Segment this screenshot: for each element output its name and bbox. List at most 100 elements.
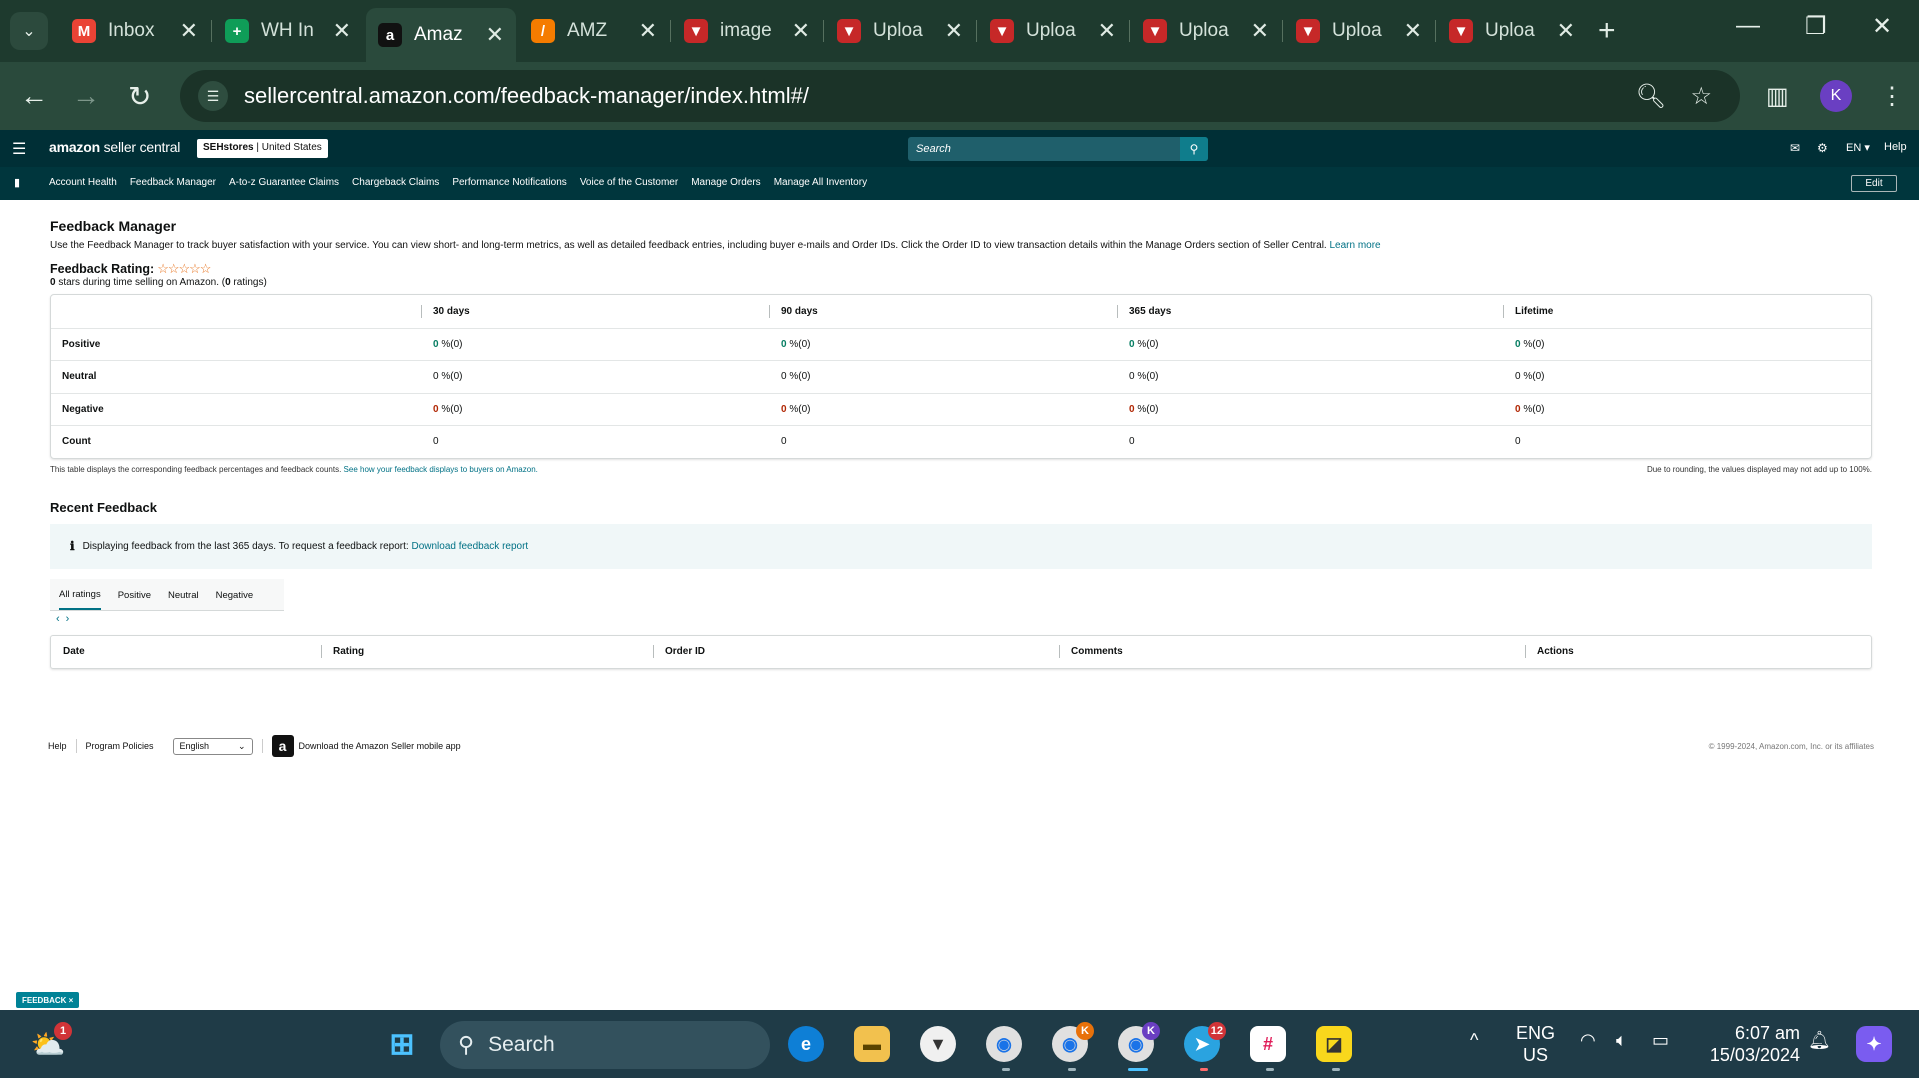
chrome-icon[interactable]: ◉ — [986, 1026, 1022, 1062]
browser-tab[interactable]: a Amaz ✕ — [366, 8, 516, 62]
browser-tab[interactable]: ▼ Uploa ✕ — [1437, 8, 1587, 54]
search-input[interactable]: Search ⚲ — [908, 137, 1208, 161]
wifi-icon[interactable]: ◠ — [1580, 1030, 1596, 1051]
download-report-link[interactable]: Download feedback report — [411, 541, 528, 552]
language-selector[interactable]: EN ▾ — [1846, 141, 1870, 154]
nav-item-account-health[interactable]: Account Health — [49, 177, 117, 188]
browser-tab[interactable]: ▼ Uploa ✕ — [1284, 8, 1434, 54]
browser-tab[interactable]: ▼ Uploa ✕ — [1131, 8, 1281, 54]
browser-tab[interactable]: M Inbox ✕ — [60, 8, 210, 54]
tab-title: Uploa — [1026, 20, 1076, 41]
browser-tab[interactable]: ▼ Uploa ✕ — [825, 8, 975, 54]
address-bar[interactable]: ☰ sellercentral.amazon.com/feedback-mana… — [180, 70, 1740, 122]
close-tab-icon[interactable]: ✕ — [180, 18, 198, 44]
chrome-profile-icon[interactable]: ◉ K — [1052, 1022, 1094, 1062]
feedback-display-link[interactable]: See how your feedback displays to buyers… — [344, 465, 538, 474]
learn-more-link[interactable]: Learn more — [1329, 240, 1380, 251]
footer-language-select[interactable]: English ⌄ — [172, 737, 253, 755]
browser-tab[interactable]: ▼ image ✕ — [672, 8, 822, 54]
nav-item-manage-orders[interactable]: Manage Orders — [691, 177, 760, 188]
bookmark-star-icon[interactable]: ☆ — [1690, 82, 1712, 111]
zoom-icon[interactable]: 🔍︎ — [1636, 82, 1666, 111]
browser-tab[interactable]: / AMZ ✕ — [519, 8, 669, 54]
mobile-app-link[interactable]: Download the Amazon Seller mobile app — [299, 741, 461, 751]
hamburger-menu-icon[interactable]: ☰ — [12, 139, 26, 159]
windows-start-icon[interactable]: ⊞ — [384, 1026, 420, 1062]
edge-icon[interactable]: e — [788, 1026, 824, 1062]
gear-icon[interactable]: ⚙ — [1817, 141, 1828, 155]
side-panel-icon[interactable]: ▥ — [1766, 82, 1789, 111]
taskbar-search[interactable]: ⚲ Search — [440, 1021, 770, 1069]
nav-item-a-to-z-guarantee-claims[interactable]: A-to-z Guarantee Claims — [229, 177, 339, 188]
bookmark-icon[interactable]: ▮ — [14, 176, 20, 189]
close-tab-icon[interactable]: ✕ — [639, 18, 657, 44]
sticky-notes-icon[interactable]: ◪ — [1316, 1026, 1352, 1062]
close-tab-icon[interactable]: ✕ — [792, 18, 810, 44]
seller-central-header: ☰ amazon seller central SEHstores | Unit… — [0, 130, 1919, 167]
reload-icon[interactable]: ↻ — [128, 80, 151, 113]
store-selector[interactable]: SEHstores | United States — [197, 139, 328, 158]
tab-neutral[interactable]: Neutral — [168, 580, 199, 609]
battery-icon[interactable]: ▭ — [1652, 1030, 1669, 1051]
feedback-widget-button[interactable]: FEEDBACK × — [16, 992, 80, 1008]
close-tab-icon[interactable]: ✕ — [1251, 18, 1269, 44]
tab-negative[interactable]: Negative — [216, 580, 254, 609]
tab-positive[interactable]: Positive — [118, 580, 151, 609]
column-header-date[interactable]: Date — [51, 646, 321, 657]
table-notes: This table displays the corresponding fe… — [50, 464, 1872, 474]
site-info-icon[interactable]: ☰ — [198, 81, 228, 111]
close-tab-icon[interactable]: ✕ — [1404, 18, 1422, 44]
search-icon[interactable]: ⚲ — [1180, 137, 1208, 161]
browser-tab[interactable]: + WH In ✕ — [213, 8, 363, 54]
amazon-app-icon[interactable]: a — [271, 735, 294, 757]
tab-search-button[interactable]: ⌄ — [10, 12, 48, 50]
tab-title: Uploa — [1485, 20, 1535, 41]
slack-icon[interactable]: # — [1250, 1026, 1286, 1062]
volume-icon[interactable]: 🔈︎ — [1616, 1030, 1627, 1051]
nav-item-manage-all-inventory[interactable]: Manage All Inventory — [774, 177, 867, 188]
close-tab-icon[interactable]: ✕ — [1098, 18, 1116, 44]
program-policies-link[interactable]: Program Policies — [86, 741, 154, 751]
vpn-icon[interactable]: ▼ — [920, 1026, 956, 1062]
help-link[interactable]: Help — [1884, 141, 1907, 153]
nav-item-voice-of-the-customer[interactable]: Voice of the Customer — [580, 177, 678, 188]
seller-central-logo[interactable]: amazon seller central — [49, 139, 180, 155]
close-window-icon[interactable]: ✕ — [1872, 12, 1892, 41]
profile-avatar[interactable]: K — [1820, 80, 1852, 112]
chrome-active-icon[interactable]: ◉ K — [1118, 1022, 1160, 1062]
tab-title: image — [720, 20, 772, 41]
url-text[interactable]: sellercentral.amazon.com/feedback-manage… — [244, 83, 809, 109]
edit-nav-button[interactable]: Edit — [1851, 175, 1897, 192]
input-language-indicator[interactable]: ENG US — [1516, 1022, 1555, 1066]
tray-chevron-up-icon[interactable]: ^ — [1470, 1030, 1478, 1051]
minimize-icon[interactable]: — — [1736, 12, 1760, 40]
telegram-icon[interactable]: ➤ 12 — [1184, 1022, 1226, 1062]
file-explorer-icon[interactable]: ▬ — [854, 1026, 890, 1062]
back-icon[interactable]: ← — [20, 80, 48, 112]
close-tab-icon[interactable]: ✕ — [486, 22, 504, 48]
new-tab-button[interactable]: + — [1598, 14, 1616, 48]
chevron-left-icon[interactable]: ‹ — [56, 613, 66, 625]
nav-item-performance-notifications[interactable]: Performance Notifications — [452, 177, 567, 188]
footer-help-link[interactable]: Help — [48, 741, 67, 751]
nav-item-chargeback-claims[interactable]: Chargeback Claims — [352, 177, 439, 188]
column-header-actions[interactable]: Actions — [1525, 645, 1871, 658]
column-header-comments[interactable]: Comments — [1059, 645, 1525, 658]
tab-all-ratings[interactable]: All ratings — [59, 579, 101, 610]
notification-bell-icon[interactable]: 🔔︎ — [1808, 1030, 1831, 1051]
menu-dots-icon[interactable]: ⋮ — [1880, 82, 1904, 111]
close-tab-icon[interactable]: ✕ — [333, 18, 351, 44]
chevron-right-icon[interactable]: › — [66, 613, 76, 625]
restore-icon[interactable]: ❐ — [1805, 12, 1827, 41]
nav-item-feedback-manager[interactable]: Feedback Manager — [130, 177, 216, 188]
column-header-rating[interactable]: Rating — [321, 645, 653, 658]
close-tab-icon[interactable]: ✕ — [1557, 18, 1575, 44]
clock[interactable]: 6:07 am 15/03/2024 — [1700, 1022, 1800, 1066]
close-tab-icon[interactable]: ✕ — [945, 18, 963, 44]
column-header-order-id[interactable]: Order ID — [653, 645, 1059, 658]
weather-icon[interactable]: ⛅ 1 — [30, 1022, 72, 1062]
copilot-icon[interactable]: ✦ — [1856, 1026, 1892, 1062]
forward-icon[interactable]: → — [72, 80, 100, 112]
mail-icon[interactable]: ✉ — [1790, 141, 1800, 155]
browser-tab[interactable]: ▼ Uploa ✕ — [978, 8, 1128, 54]
